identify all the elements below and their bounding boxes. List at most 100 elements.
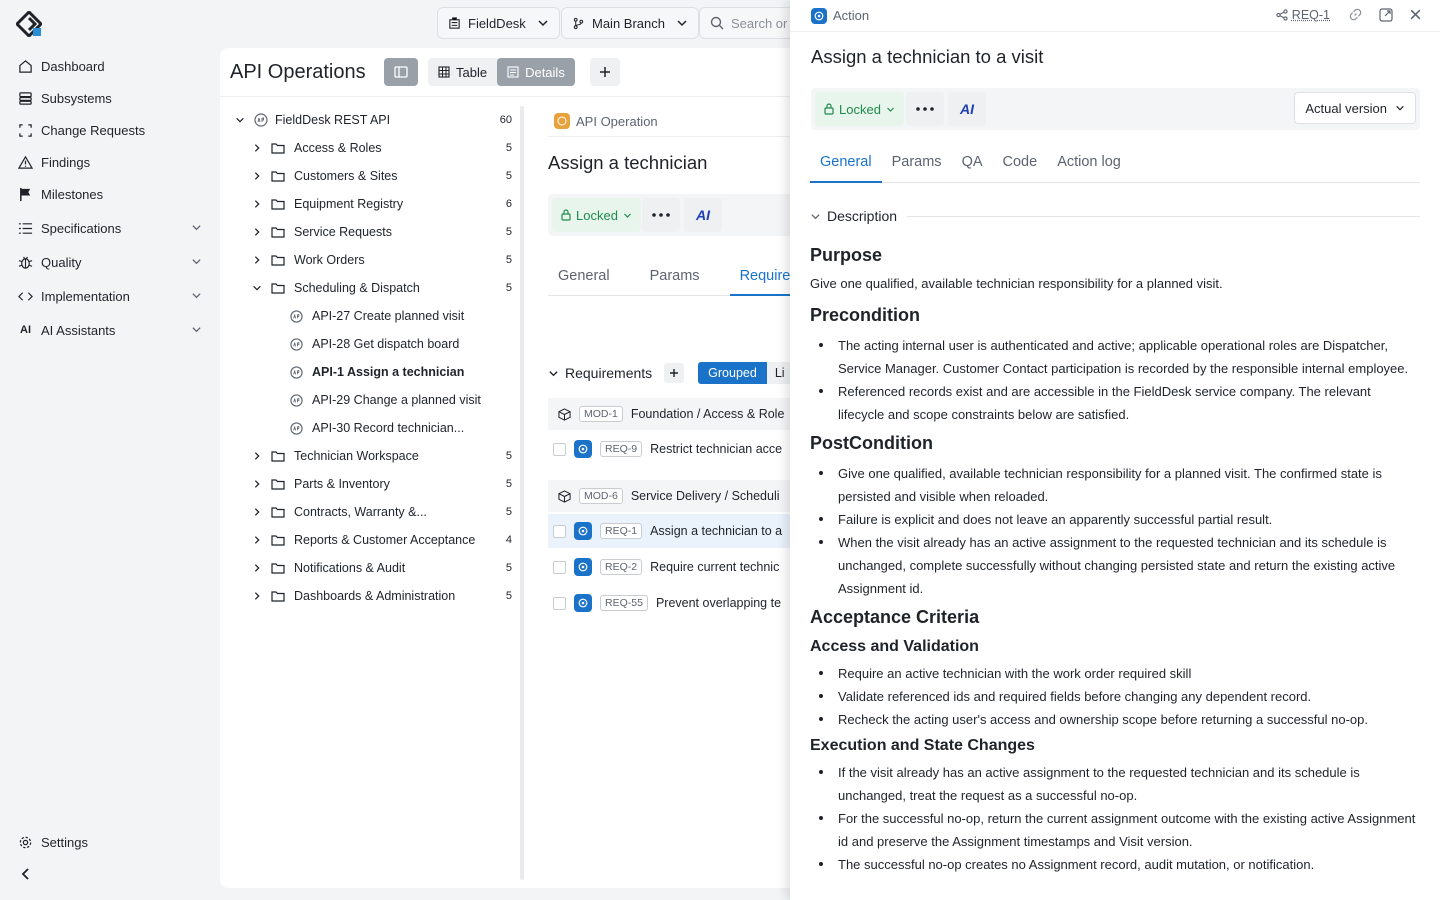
tree-operation[interactable]: API-28 Get dispatch board [230, 330, 512, 358]
tree-folder[interactable]: Contracts, Warranty &... 5 [230, 498, 512, 526]
tree-operation[interactable]: API-1 Assign a technician [230, 358, 512, 386]
tree-count: 5 [505, 478, 512, 490]
tree-folder[interactable]: Equipment Registry 6 [230, 190, 512, 218]
sidebar-item-specifications[interactable]: Specifications [0, 212, 220, 244]
version-selector[interactable]: Actual version [1294, 92, 1416, 124]
branch-selector[interactable]: Main Branch [561, 7, 699, 39]
row-checkbox[interactable] [553, 524, 566, 538]
tree-folder[interactable]: Notifications & Audit 5 [230, 554, 512, 582]
sidebar-item-ai-assistants[interactable]: AI AI Assistants [0, 314, 220, 346]
tree-operation[interactable]: API-30 Record technician... [230, 414, 512, 442]
tree-operation[interactable]: API-27 Create planned visit [230, 302, 512, 330]
requirement-tag: REQ-9 [600, 441, 643, 457]
module-group-row[interactable]: MOD-1 Foundation / Access & Role [548, 398, 800, 430]
chevron-right-icon[interactable] [248, 591, 266, 601]
chevron-right-icon[interactable] [248, 171, 266, 181]
chevron-right-icon[interactable] [248, 227, 266, 237]
tree-count: 5 [505, 142, 512, 154]
view-details-button[interactable]: Details [497, 58, 575, 86]
open-external-icon[interactable] [1379, 7, 1393, 22]
chevron-down-icon[interactable] [248, 283, 266, 293]
tab-qa[interactable]: QA [952, 143, 993, 182]
chevron-down-icon[interactable] [191, 256, 202, 267]
chevron-right-icon[interactable] [248, 507, 266, 517]
sidebar-item-change-requests[interactable]: Change Requests [0, 114, 220, 146]
link-icon[interactable] [1348, 7, 1363, 22]
module-group-row[interactable]: MOD-6 Service Delivery / Scheduli [548, 480, 800, 512]
tree-operation[interactable]: API-29 Change a planned visit [230, 386, 512, 414]
tree-folder[interactable]: Access & Roles 5 [230, 134, 512, 162]
requirement-row[interactable]: REQ-9 Restrict technician acce [548, 432, 800, 466]
req-link[interactable]: REQ-1 [1276, 8, 1330, 22]
sidebar-item-quality[interactable]: Quality [0, 246, 220, 278]
tree-folder[interactable]: Parts & Inventory 5 [230, 470, 512, 498]
view-table-button[interactable]: Table [428, 58, 497, 86]
chevron-right-icon[interactable] [248, 563, 266, 573]
sidebar-item-dashboard[interactable]: Dashboard [0, 50, 220, 82]
description-toggle[interactable]: Description [810, 208, 1420, 224]
tree-count: 6 [505, 198, 512, 210]
sidebar-item-settings[interactable]: Settings [0, 826, 220, 858]
ai-assist-button[interactable]: AI [948, 92, 986, 126]
tree-folder[interactable]: Customers & Sites 5 [230, 162, 512, 190]
sidebar-item-findings[interactable]: Findings [0, 146, 220, 178]
chevron-down-icon[interactable] [191, 290, 202, 301]
sidebar-panel-icon [394, 66, 408, 78]
tree-folder[interactable]: Reports & Customer Acceptance 4 [230, 526, 512, 554]
chevron-down-icon[interactable] [230, 115, 250, 125]
list-button[interactable]: Li [766, 362, 793, 384]
tree-folder[interactable]: Work Orders 5 [230, 246, 512, 274]
module-tag: MOD-6 [579, 488, 623, 504]
project-selector[interactable]: FieldDesk [437, 7, 560, 39]
toggle-tree-button[interactable] [384, 58, 418, 86]
chevron-right-icon[interactable] [248, 451, 266, 461]
sidebar-item-subsystems[interactable]: Subsystems [0, 82, 220, 114]
ai-assist-button[interactable]: AI [684, 198, 722, 232]
tree-operation-label: API-30 Record technician... [312, 421, 465, 435]
requirement-row[interactable]: REQ-2 Require current technic [548, 550, 800, 584]
tab-code[interactable]: Code [993, 143, 1048, 182]
add-button[interactable] [590, 58, 620, 86]
lock-status-button[interactable]: Locked [815, 92, 904, 126]
page-title: API Operations [230, 61, 366, 83]
chevron-down-icon[interactable] [191, 222, 202, 233]
requirement-row[interactable]: REQ-1 Assign a technician to a [548, 514, 800, 548]
tab-action-log[interactable]: Action log [1047, 143, 1131, 182]
grouped-button[interactable]: Grouped [698, 362, 767, 384]
tree-folder[interactable]: Dashboards & Administration 5 [230, 582, 512, 610]
close-icon[interactable] [1409, 8, 1422, 21]
chevron-down-icon[interactable] [548, 368, 559, 379]
tab-params[interactable]: Params [640, 256, 710, 295]
chevron-right-icon[interactable] [248, 255, 266, 265]
tab-general[interactable]: General [810, 143, 882, 183]
chevron-down-icon[interactable] [191, 324, 202, 335]
row-checkbox[interactable] [553, 442, 566, 456]
chevron-down-icon [623, 211, 632, 220]
tab-general[interactable]: General [548, 256, 620, 295]
tree-folder-label: Parts & Inventory [294, 477, 390, 491]
sidebar-item-milestones[interactable]: Milestones [0, 178, 220, 210]
add-requirement-button[interactable] [664, 363, 685, 383]
tree-folder-open[interactable]: Scheduling & Dispatch 5 [230, 274, 512, 302]
sidebar-item-implementation[interactable]: Implementation [0, 280, 220, 312]
collapse-sidebar-button[interactable] [18, 866, 34, 882]
action-icon [574, 522, 592, 540]
row-checkbox[interactable] [553, 596, 566, 610]
app-logo[interactable] [16, 11, 42, 37]
chevron-right-icon[interactable] [248, 143, 266, 153]
lock-status-button[interactable]: Locked [552, 198, 641, 232]
action-icon [574, 440, 592, 458]
tree-folder[interactable]: Service Requests 5 [230, 218, 512, 246]
row-checkbox[interactable] [553, 560, 566, 574]
api-tree: FieldDesk REST API 60 Access & Roles 5 Cus… [230, 106, 512, 610]
more-actions-button[interactable] [642, 198, 680, 232]
tree-folder[interactable]: Technician Workspace 5 [230, 442, 512, 470]
tab-params[interactable]: Params [882, 143, 952, 182]
tree-root[interactable]: FieldDesk REST API 60 [230, 106, 512, 134]
more-actions-button[interactable] [906, 92, 944, 126]
chevron-right-icon[interactable] [248, 199, 266, 209]
tree-resize-handle[interactable] [520, 106, 524, 880]
chevron-right-icon[interactable] [248, 479, 266, 489]
requirement-row[interactable]: REQ-55 Prevent overlapping te [548, 586, 800, 620]
chevron-right-icon[interactable] [248, 535, 266, 545]
